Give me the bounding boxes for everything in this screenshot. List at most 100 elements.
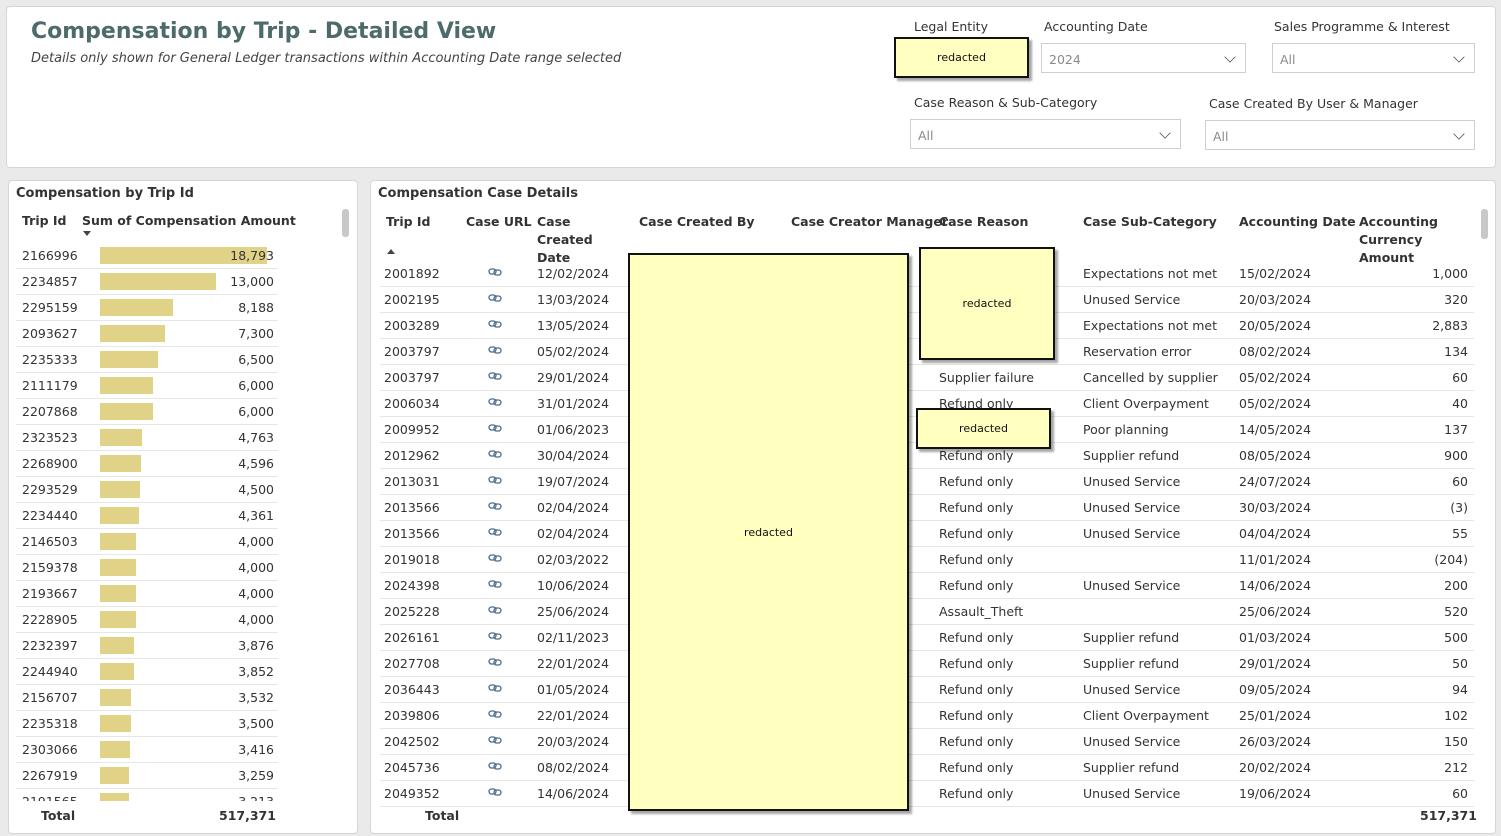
table-row[interactable]: 2013031 19/07/2024 Refund only Unused Servi… <box>380 469 1474 495</box>
list-item[interactable]: 2268900 4,596 <box>16 451 278 477</box>
trip-id: 2027708 <box>384 656 440 671</box>
table-row[interactable]: 2039806 22/01/2024 Refund only Client Overp… <box>380 703 1474 729</box>
list-item[interactable]: 2295159 8,188 <box>16 295 278 321</box>
link-icon[interactable] <box>488 473 502 487</box>
column-header-case-url[interactable]: Case URL <box>466 213 532 231</box>
link-icon[interactable] <box>488 499 502 513</box>
sort-descending-icon[interactable] <box>83 231 91 236</box>
link-icon[interactable] <box>488 629 502 643</box>
case-sub-category: Unused Service <box>1083 786 1181 801</box>
column-header-case-created-by[interactable]: Case Created By <box>639 213 755 231</box>
list-item[interactable]: 2232397 3,876 <box>16 633 278 659</box>
amount-value: 94 <box>1452 682 1468 697</box>
case-reason: Refund only <box>939 526 1014 541</box>
column-header-amount[interactable]: Sum of Compensation Amount <box>82 213 296 228</box>
table-row[interactable]: 2026161 02/11/2023 Refund only Supplier ref… <box>380 625 1474 651</box>
column-header-case-created-date[interactable]: Case Created Date <box>537 213 627 267</box>
accounting-date: 25/01/2024 <box>1239 708 1312 723</box>
list-item[interactable]: 2235318 3,500 <box>16 711 278 737</box>
list-item[interactable]: 2235333 6,500 <box>16 347 278 373</box>
amount-value: 150 <box>1444 734 1468 749</box>
table-row[interactable]: 2045736 08/02/2024 Refund only Supplier ref… <box>380 755 1474 781</box>
link-icon[interactable] <box>488 785 502 799</box>
table-row[interactable]: 2013566 02/04/2024 Refund only Unused Servi… <box>380 521 1474 547</box>
case-sub-category: Supplier refund <box>1083 760 1180 775</box>
column-header-amount[interactable]: Accounting Currency Amount <box>1359 213 1475 267</box>
amount-value: 2,883 <box>1432 318 1468 333</box>
list-item[interactable]: 2159378 4,000 <box>16 555 278 581</box>
list-item[interactable]: 2244940 3,852 <box>16 659 278 685</box>
case-reason-dropdown[interactable]: All <box>910 119 1181 149</box>
list-item[interactable]: 2093627 7,300 <box>16 321 278 347</box>
list-item[interactable]: 2323523 4,763 <box>16 425 278 451</box>
amount-value: 60 <box>1452 370 1468 385</box>
case-sub-category: Unused Service <box>1083 292 1181 307</box>
table-row[interactable]: 2025228 25/06/2024 Assault_Theft 25/06/2024… <box>380 599 1474 625</box>
table-row[interactable]: 2019018 02/03/2022 Refund only 11/01/2024 (2… <box>380 547 1474 573</box>
list-item[interactable]: 2234440 4,361 <box>16 503 278 529</box>
list-item[interactable]: 2191565 3,213 <box>16 789 278 801</box>
column-header-case-reason[interactable]: Case Reason <box>939 213 1028 231</box>
data-bar <box>100 663 135 680</box>
list-item[interactable]: 2193667 4,000 <box>16 581 278 607</box>
case-sub-category: Supplier refund <box>1083 630 1180 645</box>
link-icon[interactable] <box>488 317 502 331</box>
case-created-by-dropdown[interactable]: All <box>1205 120 1475 150</box>
link-icon[interactable] <box>488 369 502 383</box>
list-item[interactable]: 2293529 4,500 <box>16 477 278 503</box>
link-icon[interactable] <box>488 603 502 617</box>
table-row[interactable]: 2024398 10/06/2024 Refund only Unused Servi… <box>380 573 1474 599</box>
link-icon[interactable] <box>488 655 502 669</box>
sales-programme-dropdown[interactable]: All <box>1272 43 1475 73</box>
column-header-case-creator-manager[interactable]: Case Creator Manager <box>791 213 948 231</box>
link-icon[interactable] <box>488 551 502 565</box>
link-icon[interactable] <box>488 681 502 695</box>
accounting-date: 20/02/2024 <box>1239 760 1312 775</box>
link-icon[interactable] <box>488 733 502 747</box>
trip-id: 2036443 <box>384 682 440 697</box>
case-created-date: 02/04/2024 <box>537 526 610 541</box>
trip-id: 2244940 <box>22 664 78 679</box>
link-icon[interactable] <box>488 421 502 435</box>
table-row[interactable]: 2003797 29/01/2024 Supplier failure Cancell… <box>380 365 1474 391</box>
column-header-accounting-date[interactable]: Accounting Date <box>1239 213 1356 231</box>
list-item[interactable]: 2156707 3,532 <box>16 685 278 711</box>
accounting-date-dropdown[interactable]: 2024 <box>1041 43 1246 73</box>
case-sub-category: Expectations not met <box>1083 266 1217 281</box>
table-row[interactable]: 2036443 01/05/2024 Refund only Unused Servi… <box>380 677 1474 703</box>
column-header-case-sub-category[interactable]: Case Sub-Category <box>1083 213 1217 231</box>
link-icon[interactable] <box>488 395 502 409</box>
column-header-trip-id[interactable]: Trip Id <box>22 213 67 228</box>
trip-id: 2235318 <box>22 716 78 731</box>
link-icon[interactable] <box>488 447 502 461</box>
table-row[interactable]: 2013566 02/04/2024 Refund only Unused Servi… <box>380 495 1474 521</box>
scrollbar-thumb[interactable] <box>342 209 349 237</box>
link-icon[interactable] <box>488 265 502 279</box>
sort-ascending-icon[interactable] <box>387 249 395 254</box>
case-reason-value: All <box>918 128 934 143</box>
list-item[interactable]: 2207868 6,000 <box>16 399 278 425</box>
link-icon[interactable] <box>488 343 502 357</box>
list-item[interactable]: 2146503 4,000 <box>16 529 278 555</box>
list-item[interactable]: 2166996 18,793 <box>16 243 278 269</box>
table-row[interactable]: 2027708 22/01/2024 Refund only Supplier ref… <box>380 651 1474 677</box>
link-icon[interactable] <box>488 525 502 539</box>
link-icon[interactable] <box>488 707 502 721</box>
list-item[interactable]: 2267919 3,259 <box>16 763 278 789</box>
list-item[interactable]: 2303066 3,416 <box>16 737 278 763</box>
column-header-trip-id[interactable]: Trip Id <box>386 213 431 231</box>
scrollbar-thumb[interactable] <box>1481 209 1488 239</box>
legal-entity-slicer[interactable]: redacted <box>894 37 1029 78</box>
list-item[interactable]: 2228905 4,000 <box>16 607 278 633</box>
table-row[interactable]: 2049352 14/06/2024 Refund only Unused Servi… <box>380 781 1474 807</box>
amount-value: 4,000 <box>238 612 274 627</box>
link-icon[interactable] <box>488 759 502 773</box>
table-row[interactable]: 2042502 20/03/2024 Refund only Unused Servi… <box>380 729 1474 755</box>
accounting-date: 29/01/2024 <box>1239 656 1312 671</box>
list-item[interactable]: 2234857 13,000 <box>16 269 278 295</box>
link-icon[interactable] <box>488 291 502 305</box>
trip-id: 2323523 <box>22 430 78 445</box>
list-item[interactable]: 2111179 6,000 <box>16 373 278 399</box>
case-reason: Refund only <box>939 448 1014 463</box>
link-icon[interactable] <box>488 577 502 591</box>
